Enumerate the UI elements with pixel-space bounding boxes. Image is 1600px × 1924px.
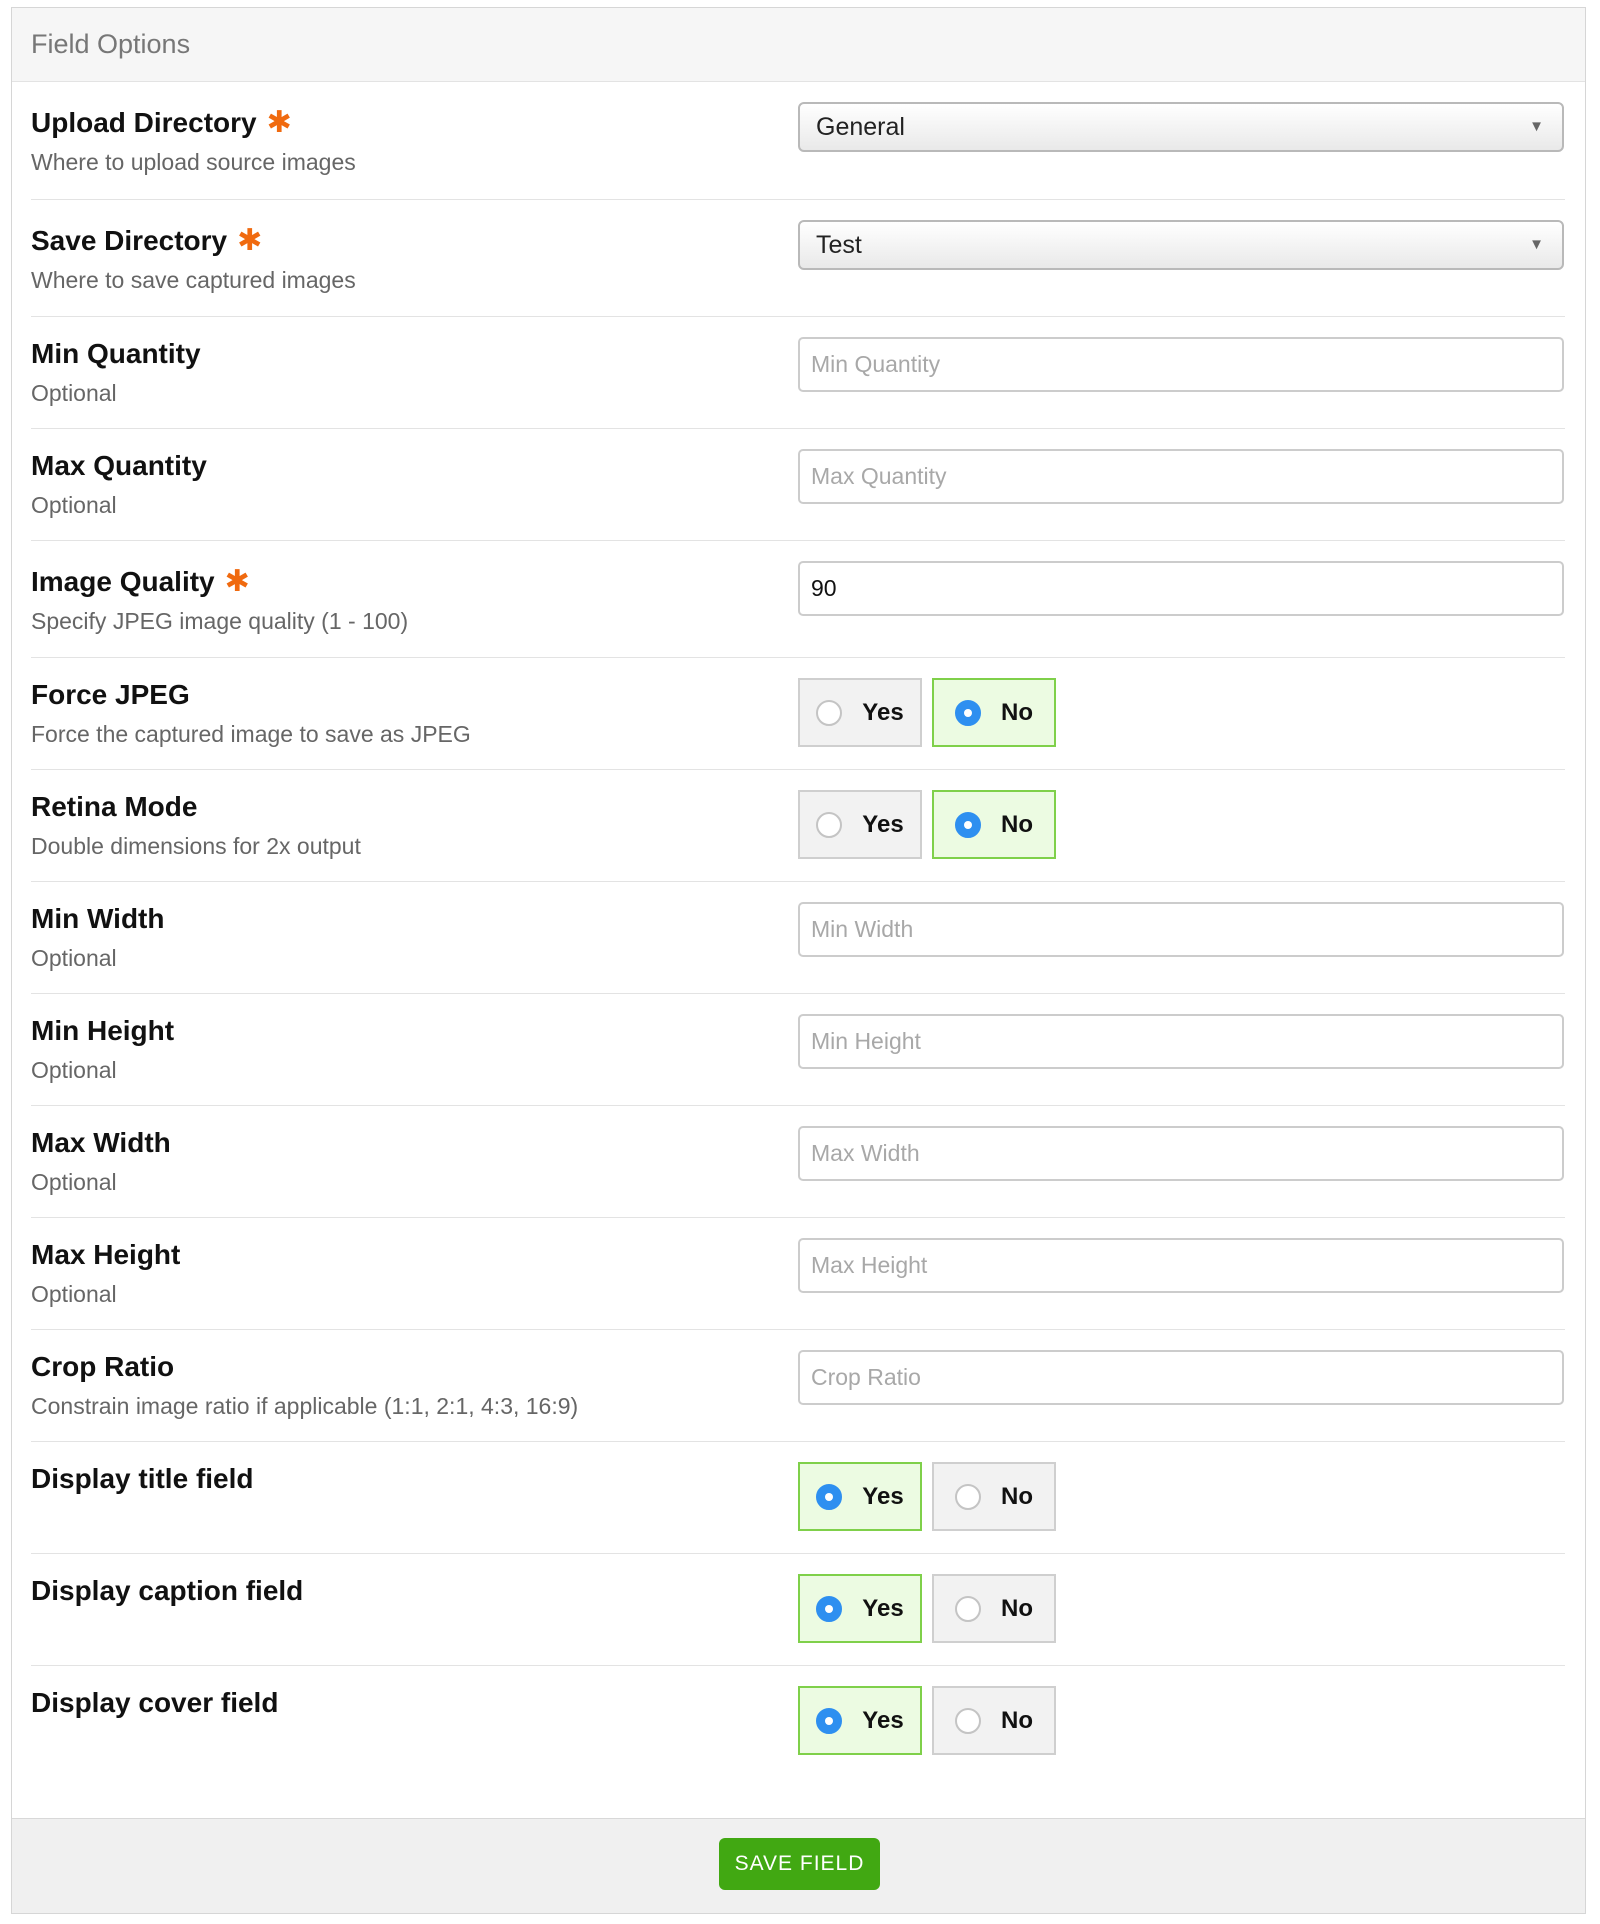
required-asterisk-icon: ✱: [224, 565, 250, 598]
save-directory-selected-value: Test: [816, 230, 862, 259]
display-caption-radio-group: Yes No: [798, 1574, 1056, 1643]
display-caption-label: Display caption field: [31, 1575, 304, 1606]
save-field-button[interactable]: SAVE FIELD: [719, 1838, 880, 1890]
max-width-description: Optional: [31, 1169, 117, 1195]
radio-checked-icon: [816, 1595, 843, 1622]
display-cover-radio-group: Yes No: [798, 1686, 1056, 1755]
min-height-description: Optional: [31, 1057, 117, 1083]
display-cover-label: Display cover field: [31, 1687, 279, 1718]
min-width-input[interactable]: [798, 902, 1564, 957]
retina-mode-no-option[interactable]: No: [932, 790, 1056, 859]
image-quality-row: Image Quality ✱ Specify JPEG image qualit…: [31, 541, 1565, 658]
upload-directory-label: Upload Directory: [31, 107, 257, 138]
radio-unchecked-icon: [816, 811, 843, 838]
min-quantity-row: Min Quantity Optional: [31, 317, 1565, 429]
radio-unchecked-icon: [955, 1595, 981, 1622]
chevron-down-icon: ▼: [1529, 236, 1544, 253]
min-quantity-description: Optional: [31, 380, 117, 406]
required-asterisk-icon: ✱: [237, 224, 263, 257]
force-jpeg-label: Force JPEG: [31, 679, 190, 710]
min-quantity-input[interactable]: [798, 337, 1564, 392]
upload-directory-row: Upload Directory ✱ Where to upload source…: [31, 82, 1565, 200]
save-directory-row: Save Directory ✱ Where to save captured i…: [31, 200, 1565, 317]
panel-title: Field Options: [31, 29, 191, 59]
display-cover-no-option[interactable]: No: [932, 1686, 1056, 1755]
upload-directory-select[interactable]: General ▼: [798, 102, 1564, 152]
radio-unchecked-icon: [955, 1483, 981, 1510]
max-height-label: Max Height: [31, 1239, 181, 1270]
min-quantity-label: Min Quantity: [31, 338, 201, 369]
display-title-label: Display title field: [31, 1463, 254, 1494]
radio-checked-icon: [816, 1707, 843, 1734]
save-directory-select[interactable]: Test ▼: [798, 220, 1564, 270]
crop-ratio-row: Crop Ratio Constrain image ratio if appl…: [31, 1330, 1565, 1442]
radio-checked-icon: [816, 1483, 843, 1510]
display-caption-row: Display caption field Yes No: [31, 1554, 1565, 1666]
force-jpeg-description: Force the captured image to save as JPEG: [31, 721, 471, 747]
min-width-row: Min Width Optional: [31, 882, 1565, 994]
image-quality-input[interactable]: [798, 561, 1564, 616]
max-height-row: Max Height Optional: [31, 1218, 1565, 1330]
force-jpeg-no-option[interactable]: No: [932, 678, 1056, 747]
image-quality-description: Specify JPEG image quality (1 - 100): [31, 608, 409, 634]
max-quantity-row: Max Quantity Optional: [31, 429, 1565, 541]
display-title-yes-option[interactable]: Yes: [798, 1462, 922, 1531]
field-options-panel: Field Options Upload Directory ✱ Where to…: [11, 7, 1586, 1914]
min-width-label: Min Width: [31, 903, 165, 934]
retina-mode-radio-group: Yes No: [798, 790, 1056, 859]
min-height-input[interactable]: [798, 1014, 1564, 1069]
save-directory-label: Save Directory: [31, 225, 228, 256]
chevron-down-icon: ▼: [1529, 118, 1544, 135]
retina-mode-row: Retina Mode Double dimensions for 2x out…: [31, 770, 1565, 882]
max-quantity-description: Optional: [31, 492, 117, 518]
min-width-description: Optional: [31, 945, 117, 971]
min-height-row: Min Height Optional: [31, 994, 1565, 1106]
max-quantity-input[interactable]: [798, 449, 1564, 504]
crop-ratio-label: Crop Ratio: [31, 1351, 175, 1382]
display-title-no-option[interactable]: No: [932, 1462, 1056, 1531]
image-quality-label: Image Quality: [31, 566, 215, 597]
force-jpeg-radio-group: Yes No: [798, 678, 1056, 747]
upload-directory-description: Where to upload source images: [31, 149, 356, 175]
required-asterisk-icon: ✱: [266, 106, 292, 139]
min-height-label: Min Height: [31, 1015, 175, 1046]
radio-unchecked-icon: [955, 1707, 981, 1734]
display-caption-yes-option[interactable]: Yes: [798, 1574, 922, 1643]
crop-ratio-input[interactable]: [798, 1350, 1564, 1405]
radio-unchecked-icon: [816, 699, 843, 726]
max-width-label: Max Width: [31, 1127, 171, 1158]
panel-header: Field Options: [12, 8, 1585, 82]
max-height-input[interactable]: [798, 1238, 1564, 1293]
upload-directory-selected-value: General: [816, 112, 905, 141]
retina-mode-label: Retina Mode: [31, 791, 198, 822]
panel-footer: SAVE FIELD: [12, 1818, 1585, 1913]
radio-checked-icon: [955, 699, 981, 726]
radio-checked-icon: [955, 811, 981, 838]
force-jpeg-row: Force JPEG Force the captured image to s…: [31, 658, 1565, 770]
force-jpeg-yes-option[interactable]: Yes: [798, 678, 922, 747]
retina-mode-yes-option[interactable]: Yes: [798, 790, 922, 859]
display-title-radio-group: Yes No: [798, 1462, 1056, 1531]
display-title-row: Display title field Yes No: [31, 1442, 1565, 1554]
display-caption-no-option[interactable]: No: [932, 1574, 1056, 1643]
display-cover-yes-option[interactable]: Yes: [798, 1686, 922, 1755]
crop-ratio-description: Constrain image ratio if applicable (1:1…: [31, 1393, 579, 1419]
display-cover-row: Display cover field Yes No: [31, 1666, 1565, 1778]
max-quantity-label: Max Quantity: [31, 450, 207, 481]
retina-mode-description: Double dimensions for 2x output: [31, 833, 361, 859]
max-width-input[interactable]: [798, 1126, 1564, 1181]
max-height-description: Optional: [31, 1281, 117, 1307]
save-directory-description: Where to save captured images: [31, 267, 356, 293]
max-width-row: Max Width Optional: [31, 1106, 1565, 1218]
